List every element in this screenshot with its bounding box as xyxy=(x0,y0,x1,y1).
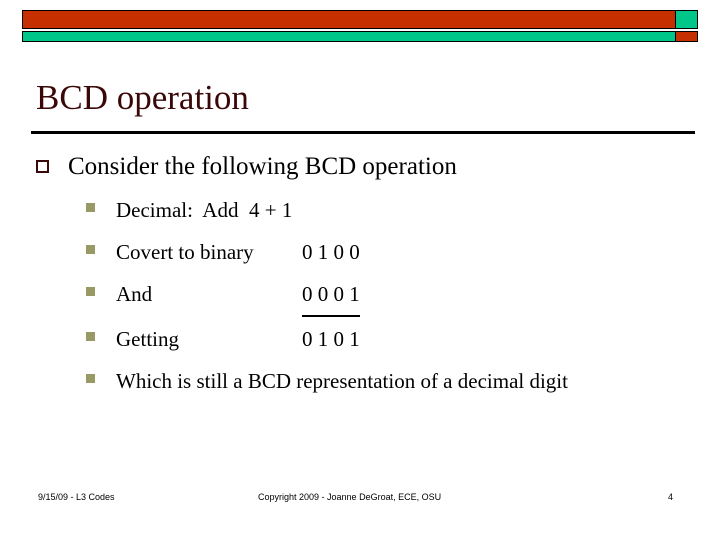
sub-bullet-label: Which is still a BCD representation of a… xyxy=(116,369,568,393)
footer-page-number: 4 xyxy=(668,492,674,502)
filled-square-bullet-icon xyxy=(86,287,95,296)
sub-bullet-label: Covert to binary xyxy=(116,240,254,264)
header-bar-bottom-main xyxy=(22,31,676,42)
slide-body: Consider the following BCD operation Dec… xyxy=(36,150,696,403)
filled-square-bullet-icon xyxy=(86,374,95,383)
sub-bullet-label: And xyxy=(116,282,153,306)
slide-title: BCD operation xyxy=(36,78,249,117)
sub-bullet-value-underlined: 0 0 0 1 xyxy=(302,274,360,317)
sub-bullet-value: 0 1 0 1 xyxy=(302,327,360,351)
sub-bullet-row: Which is still a BCD representation of a… xyxy=(116,361,696,401)
filled-square-bullet-icon xyxy=(86,245,95,254)
footer-copyright: Copyright 2009 - Joanne DeGroat, ECE, OS… xyxy=(258,492,442,502)
list-item: Decimal: Add 4 + 1 xyxy=(86,190,696,230)
title-divider xyxy=(31,131,695,134)
list-item: And 0 0 0 1 xyxy=(86,274,696,317)
header-bar-top-main xyxy=(22,10,676,29)
sub-bullet-label: Getting xyxy=(116,327,179,351)
bullet-level1: Consider the following BCD operation xyxy=(36,150,696,184)
list-item: Getting 0 1 0 1 xyxy=(86,319,696,359)
list-item: Which is still a BCD representation of a… xyxy=(86,361,696,401)
hollow-square-bullet-icon xyxy=(36,160,49,173)
sub-bullet-list: Decimal: Add 4 + 1 Covert to binary 0 1 … xyxy=(86,190,696,401)
filled-square-bullet-icon xyxy=(86,332,95,341)
list-item: Covert to binary 0 1 0 0 xyxy=(86,232,696,272)
header-bar-bottom-cap xyxy=(676,31,698,42)
filled-square-bullet-icon xyxy=(86,203,95,212)
sub-bullet-row: And 0 0 0 1 xyxy=(116,274,696,317)
header-bar-bottom xyxy=(22,31,698,42)
header-bar-top xyxy=(22,10,698,29)
slide: BCD operation Consider the following BCD… xyxy=(0,0,720,540)
bullet-level1-label: Consider the following BCD operation xyxy=(68,153,457,180)
header-decoration xyxy=(22,10,698,42)
sub-bullet-label: Decimal: Add 4 + 1 xyxy=(116,198,293,222)
sub-bullet-row: Getting 0 1 0 1 xyxy=(116,319,696,359)
sub-bullet-row: Decimal: Add 4 + 1 xyxy=(116,190,696,230)
sub-bullet-value: 0 1 0 0 xyxy=(302,240,360,264)
header-bar-top-cap xyxy=(676,10,698,29)
footer-date-title: 9/15/09 - L3 Codes xyxy=(38,492,115,502)
slide-footer: 9/15/09 - L3 Codes Copyright 2009 - Joan… xyxy=(0,492,720,512)
sub-bullet-row: Covert to binary 0 1 0 0 xyxy=(116,232,696,272)
